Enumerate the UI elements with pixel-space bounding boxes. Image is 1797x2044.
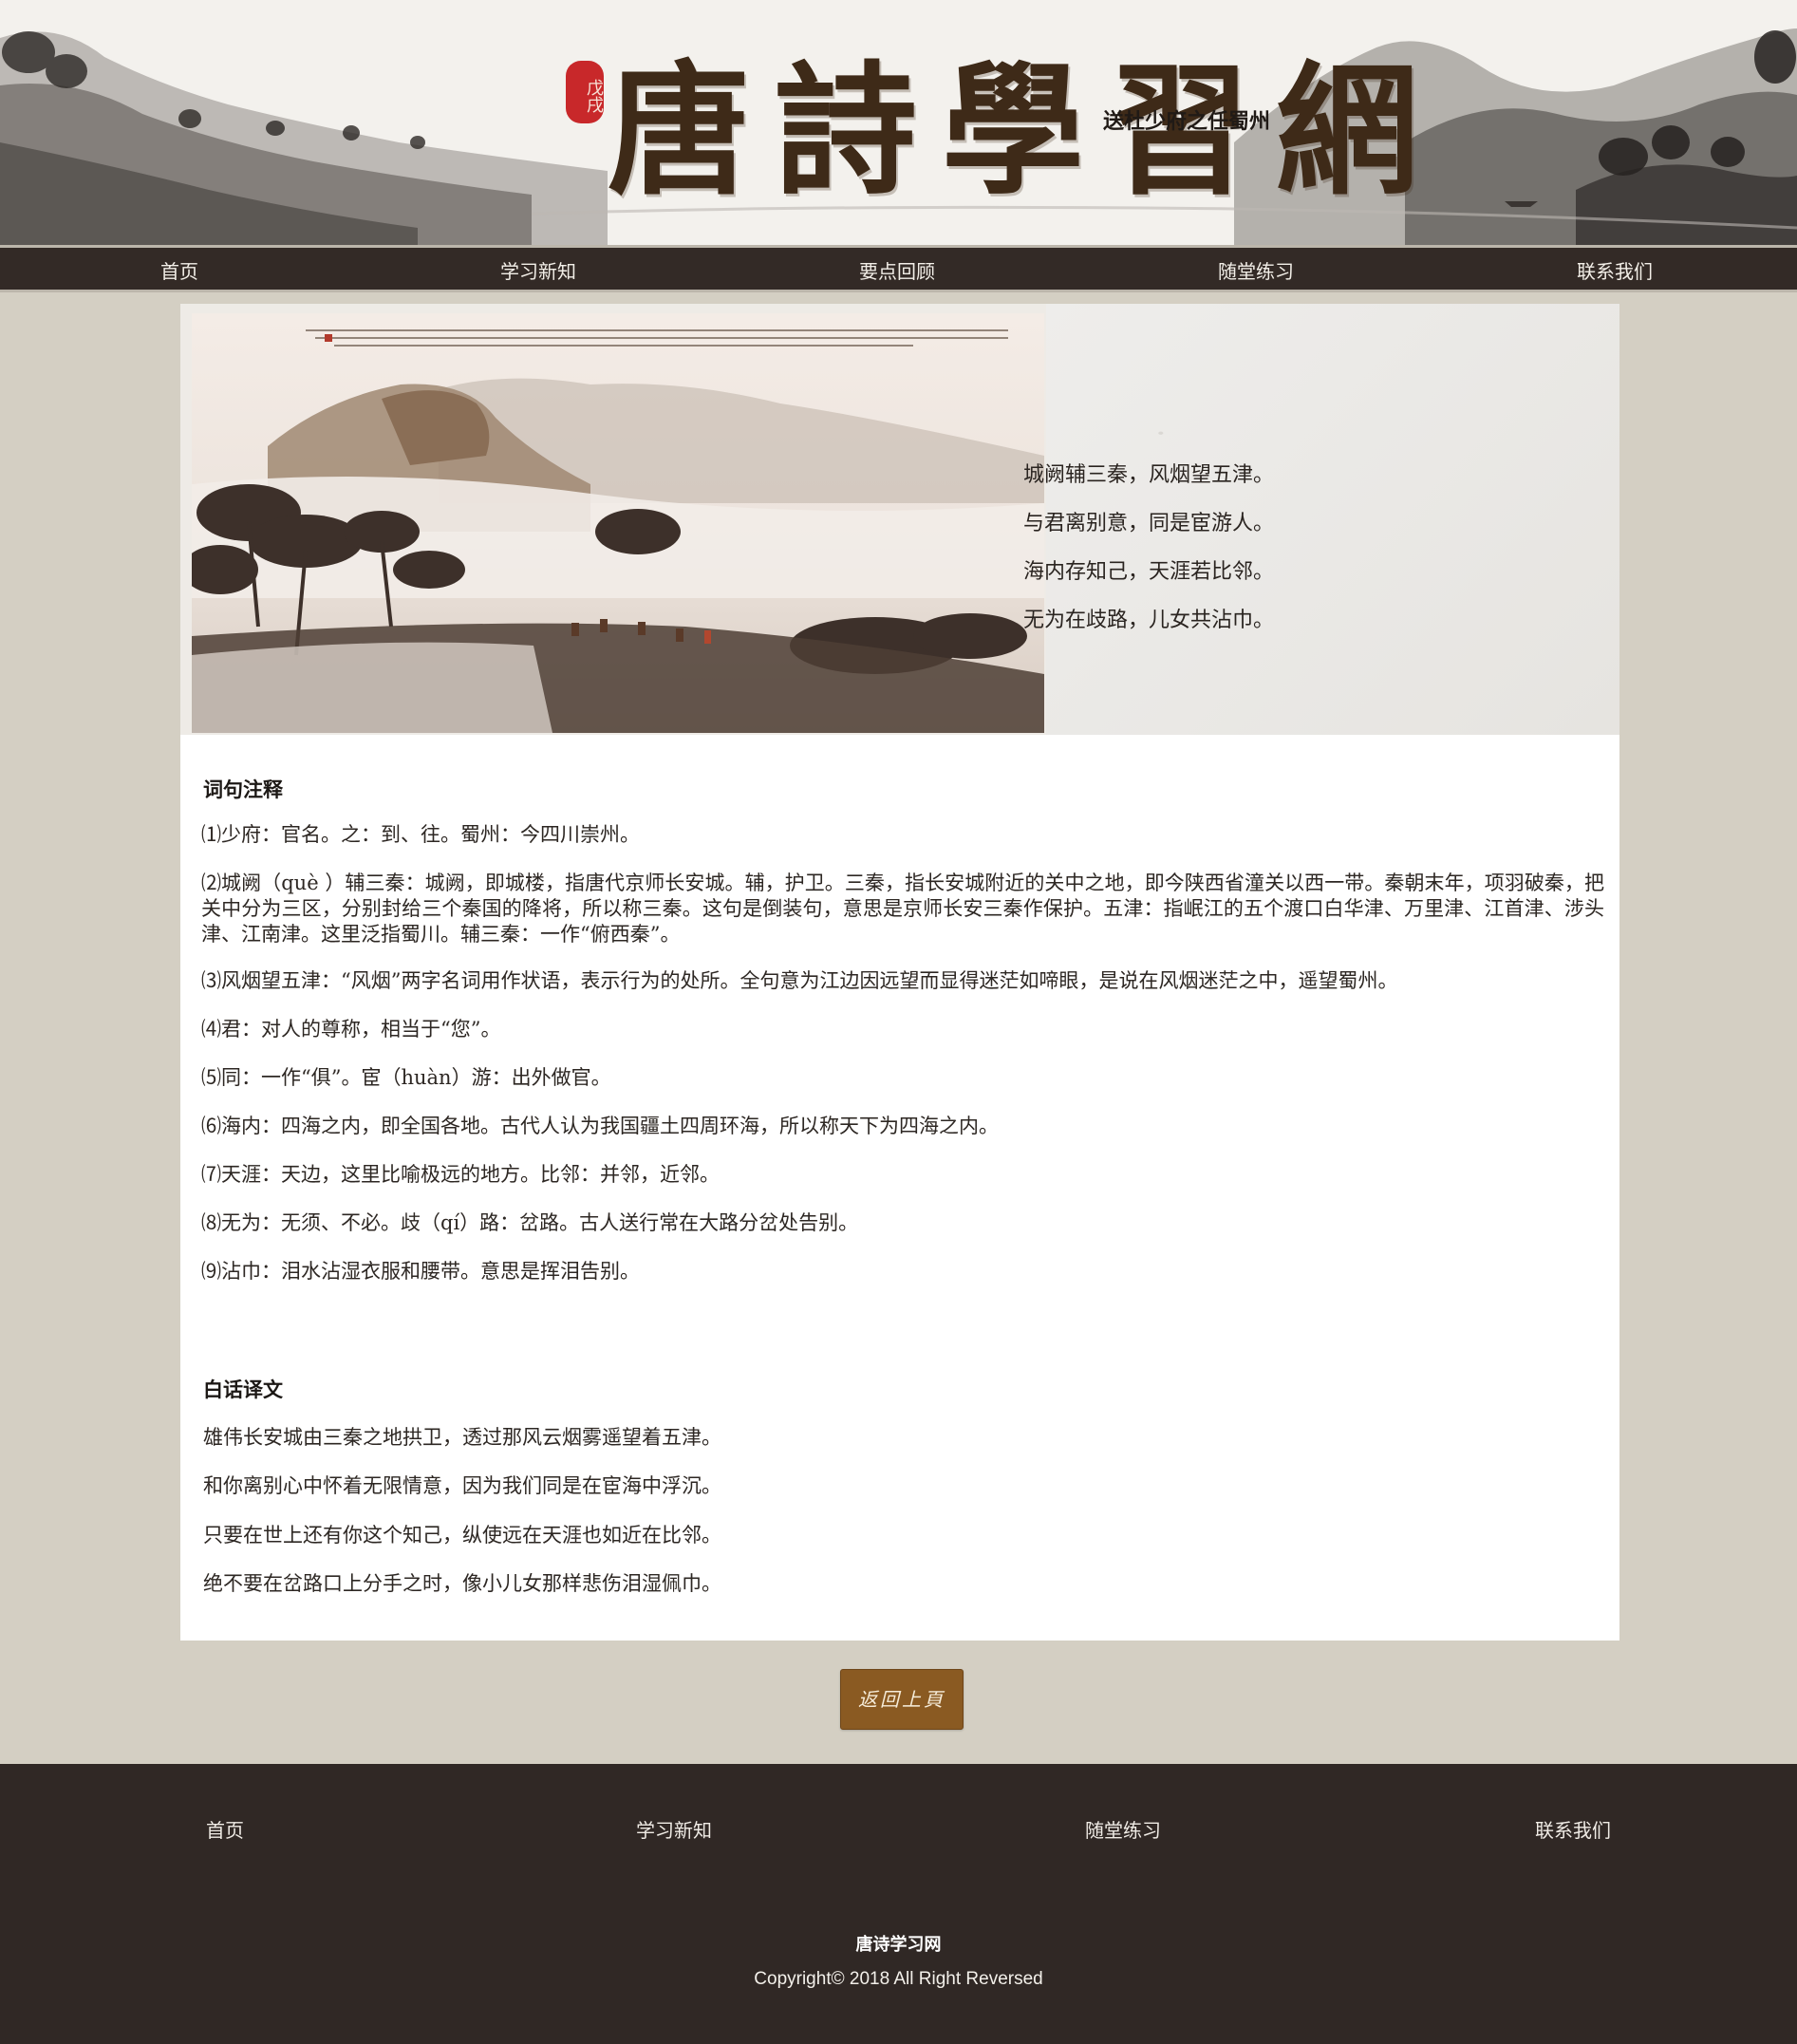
- note-item: ⑸同：一作“俱”。宦（huàn）游：出外做官。: [201, 1066, 611, 1089]
- notes-heading: 词句注释: [203, 778, 283, 801]
- footer-site-name: 唐诗学习网: [855, 1935, 942, 1954]
- note-item: ⑵城阙（què ）辅三秦：城阙，即城楼，指唐代京师长安城。辅，护卫。三秦，指长安…: [201, 872, 1604, 946]
- header-banner: 戊戌 唐詩學習網: [0, 0, 1797, 245]
- nav-item-review[interactable]: 要点回顾: [859, 256, 935, 284]
- note-item: ⑼沾巾：泪水沾湿衣服和腰带。意思是挥泪告别。: [201, 1260, 640, 1283]
- nav-item-practice[interactable]: 随堂练习: [1218, 256, 1294, 284]
- footer-link-contact[interactable]: 联系我们: [1535, 1815, 1611, 1843]
- back-button[interactable]: 返回上頁: [840, 1669, 964, 1730]
- painting-illustration: [192, 329, 1044, 733]
- note-item: ⑴少府：官名。之：到、往。蜀州：今四川崇州。: [201, 823, 640, 846]
- note-item: ⑶风烟望五津：“风烟”两字名词用作状语，表示行为的处所。全句意为江边因远望而显得…: [201, 969, 1398, 992]
- footer-link-learn-new[interactable]: 学习新知: [636, 1815, 712, 1843]
- translation-line: 绝不要在岔路口上分手之时，像小儿女那样悲伤泪湿佩巾。: [203, 1572, 721, 1595]
- note-item: ⑻无为：无须、不必。歧（qí）路：岔路。古人送行常在大路分岔处告别。: [201, 1211, 859, 1234]
- note-item: ⑺天涯：天边，这里比喻极远的地方。比邻：并邻，近邻。: [201, 1163, 720, 1186]
- footer: 首页 学习新知 随堂练习 联系我们 唐诗学习网 Copyright© 2018 …: [0, 1764, 1797, 2044]
- main-nav: 首页 学习新知 要点回顾 随堂练习 联系我们: [0, 245, 1797, 292]
- poem-line: 海内存知己，天涯若比邻。: [1023, 560, 1275, 584]
- red-seal-stamp: 戊戌: [566, 61, 604, 123]
- landscape-painting-image: [192, 313, 1044, 733]
- footer-link-home[interactable]: 首页: [206, 1815, 244, 1843]
- poem-line: 无为在歧路，儿女共沾巾。: [1023, 609, 1275, 632]
- note-item: ⑹海内：四海之内，即全国各地。古代人认为我国疆土四周环海，所以称天下为四海之内。: [201, 1115, 999, 1137]
- nav-item-home[interactable]: 首页: [160, 256, 198, 284]
- translation-line: 只要在世上还有你这个知己，纵使远在天涯也如近在比邻。: [203, 1524, 721, 1547]
- site-logo: 唐詩學習網: [608, 47, 1444, 215]
- content-panel: 词句注释 ⑴少府：官名。之：到、往。蜀州：今四川崇州。 ⑵城阙（què ）辅三秦…: [180, 735, 1619, 1641]
- nav-item-learn-new[interactable]: 学习新知: [500, 256, 576, 284]
- translation-line: 和你离别心中怀着无限情意，因为我们同是在宦海中浮沉。: [203, 1474, 721, 1497]
- poem-title: 送杜少府之任蜀州: [1102, 109, 1270, 134]
- footer-copyright: Copyright© 2018 All Right Reversed: [754, 1969, 1043, 1989]
- translation-line: 雄伟长安城由三秦之地拱卫，透过那风云烟雾遥望着五津。: [203, 1426, 721, 1449]
- footer-link-practice[interactable]: 随堂练习: [1085, 1815, 1161, 1843]
- nav-item-contact[interactable]: 联系我们: [1577, 256, 1653, 284]
- poem-hero: [180, 304, 1619, 735]
- note-item: ⑷君：对人的尊称，相当于“您”。: [201, 1018, 501, 1041]
- translation-heading: 白话译文: [203, 1378, 283, 1401]
- poem-line: 与君离别意，同是宦游人。: [1023, 512, 1275, 535]
- poem-line: 城阙辅三秦，风烟望五津。: [1023, 463, 1275, 487]
